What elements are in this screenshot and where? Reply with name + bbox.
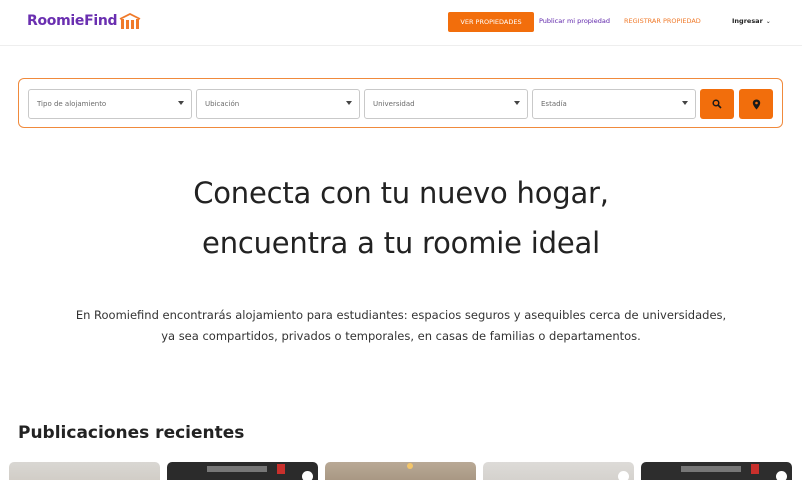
caret-down-icon <box>178 101 184 105</box>
property-image <box>325 462 476 480</box>
recent-publications-title: Publicaciones recientes <box>18 423 245 443</box>
recent-publications-list <box>9 462 808 480</box>
tipo-alojamiento-label: Tipo de alojamiento <box>37 100 107 108</box>
property-card[interactable] <box>641 462 792 480</box>
caret-down-icon <box>682 101 688 105</box>
property-card[interactable] <box>483 462 634 480</box>
caret-down-icon <box>346 101 352 105</box>
property-card[interactable] <box>325 462 476 480</box>
ubicacion-label: Ubicación <box>205 100 240 108</box>
logo[interactable]: RoomieFind <box>27 12 141 30</box>
search-button[interactable] <box>700 89 734 119</box>
ver-propiedades-button[interactable]: VER PROPIEDADES <box>448 12 534 32</box>
search-icon <box>712 99 722 109</box>
tipo-alojamiento-select[interactable]: Tipo de alojamiento <box>28 89 192 119</box>
estadia-select[interactable]: Estadía <box>532 89 696 119</box>
publicar-propiedad-link[interactable]: Publicar mi propiedad <box>539 17 610 25</box>
search-bar: Tipo de alojamiento Ubicación Universida… <box>18 78 783 128</box>
caret-down-icon <box>514 101 520 105</box>
hero-description: En Roomiefind encontrarás alojamiento pa… <box>0 305 802 346</box>
hero-description-line-2: ya sea compartidos, privados o temporale… <box>161 328 641 343</box>
logo-text: RoomieFind <box>27 13 118 29</box>
property-image <box>9 462 160 480</box>
property-image <box>641 462 792 480</box>
property-image <box>483 462 634 480</box>
property-card[interactable] <box>9 462 160 480</box>
universidad-select[interactable]: Universidad <box>364 89 528 119</box>
registrar-propiedad-link[interactable]: REGISTRAR PROPIEDAD <box>624 17 701 25</box>
ingresar-label: Ingresar <box>732 17 763 25</box>
heart-icon[interactable] <box>776 471 787 480</box>
universidad-label: Universidad <box>373 100 415 108</box>
house-logo-icon <box>119 13 141 29</box>
location-pin-icon <box>752 99 760 109</box>
ingresar-menu[interactable]: Ingresar ⌄ <box>732 17 771 25</box>
property-image <box>167 462 318 480</box>
hero-title-line-2: encuentra a tu roomie ideal <box>202 226 600 260</box>
hero-title-line-1: Conecta con tu nuevo hogar, <box>193 176 609 210</box>
heart-icon[interactable] <box>618 471 629 480</box>
top-navbar: RoomieFind VER PROPIEDADES Publicar mi p… <box>0 0 802 46</box>
ubicacion-select[interactable]: Ubicación <box>196 89 360 119</box>
hero-title: Conecta con tu nuevo hogar, encuentra a … <box>0 168 802 268</box>
chevron-down-icon: ⌄ <box>765 17 771 25</box>
location-button[interactable] <box>739 89 773 119</box>
heart-icon[interactable] <box>302 471 313 480</box>
property-card[interactable] <box>167 462 318 480</box>
estadia-label: Estadía <box>541 100 567 108</box>
hero-description-line-1: En Roomiefind encontrarás alojamiento pa… <box>75 308 727 322</box>
